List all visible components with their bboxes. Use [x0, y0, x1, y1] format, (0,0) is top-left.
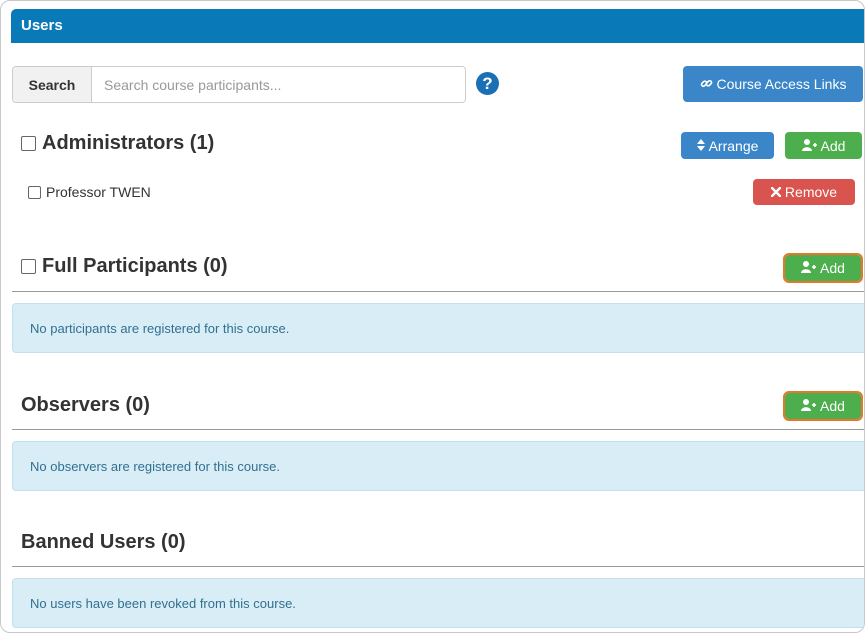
full-participants-select-all-checkbox[interactable]	[21, 259, 36, 274]
remove-label: Remove	[784, 184, 838, 200]
panel-title: Users	[21, 17, 63, 34]
divider	[12, 566, 864, 567]
link-icon	[700, 77, 713, 92]
administrators-select-all-checkbox[interactable]	[21, 136, 36, 151]
arrange-label: Arrange	[708, 137, 759, 154]
user-add-icon	[801, 138, 817, 153]
observers-empty-message: No observers are registered for this cou…	[30, 458, 280, 474]
help-glyph: ?	[482, 73, 493, 93]
observers-empty-alert: No observers are registered for this cou…	[12, 441, 864, 491]
full-participants-empty-alert: No participants are registered for this …	[12, 303, 864, 353]
administrators-add-label: Add	[820, 137, 846, 154]
full-participants-heading: Full Participants (0)	[21, 255, 228, 278]
remove-icon	[770, 186, 782, 199]
users-panel: Users Search ? Course Access Links Admin…	[0, 0, 865, 633]
remove-administrator-button[interactable]: Remove	[753, 179, 855, 205]
banned-users-heading: Banned Users (0)	[21, 531, 186, 554]
divider	[12, 291, 864, 292]
observers-heading: Observers (0)	[21, 394, 150, 417]
observers-add-button[interactable]: Add	[783, 391, 863, 421]
full-participants-add-label: Add	[820, 260, 845, 276]
arrange-button[interactable]: Arrange	[681, 132, 774, 159]
course-access-links-label: Course Access Links	[716, 76, 847, 92]
full-participants-add-button[interactable]: Add	[783, 253, 863, 283]
full-participants-empty-message: No participants are registered for this …	[30, 320, 290, 336]
administrators-add-button[interactable]: Add	[785, 132, 862, 159]
banned-users-empty-alert: No users have been revoked from this cou…	[12, 578, 864, 628]
user-add-icon	[801, 399, 817, 413]
course-access-links-button[interactable]: Course Access Links	[683, 66, 863, 102]
administrators-title: Administrators (1)	[42, 132, 215, 154]
user-add-icon	[801, 261, 817, 275]
administrator-checkbox[interactable]	[28, 185, 41, 199]
help-icon[interactable]: ?	[476, 72, 499, 95]
search-group: Search	[12, 66, 466, 103]
search-input[interactable]	[92, 67, 465, 102]
panel-header: Users	[11, 9, 864, 43]
observers-title: Observers (0)	[21, 394, 150, 416]
administrator-name: Professor TWEN	[46, 184, 151, 200]
banned-users-empty-message: No users have been revoked from this cou…	[30, 595, 296, 611]
banned-users-title: Banned Users (0)	[21, 531, 186, 553]
search-label: Search	[13, 67, 92, 102]
observers-add-label: Add	[820, 398, 845, 414]
full-participants-title: Full Participants (0)	[42, 255, 228, 277]
divider	[12, 429, 864, 430]
administrators-heading: Administrators (1)	[21, 132, 214, 155]
administrator-row: Professor TWEN	[28, 184, 151, 200]
sort-icon	[696, 138, 705, 153]
